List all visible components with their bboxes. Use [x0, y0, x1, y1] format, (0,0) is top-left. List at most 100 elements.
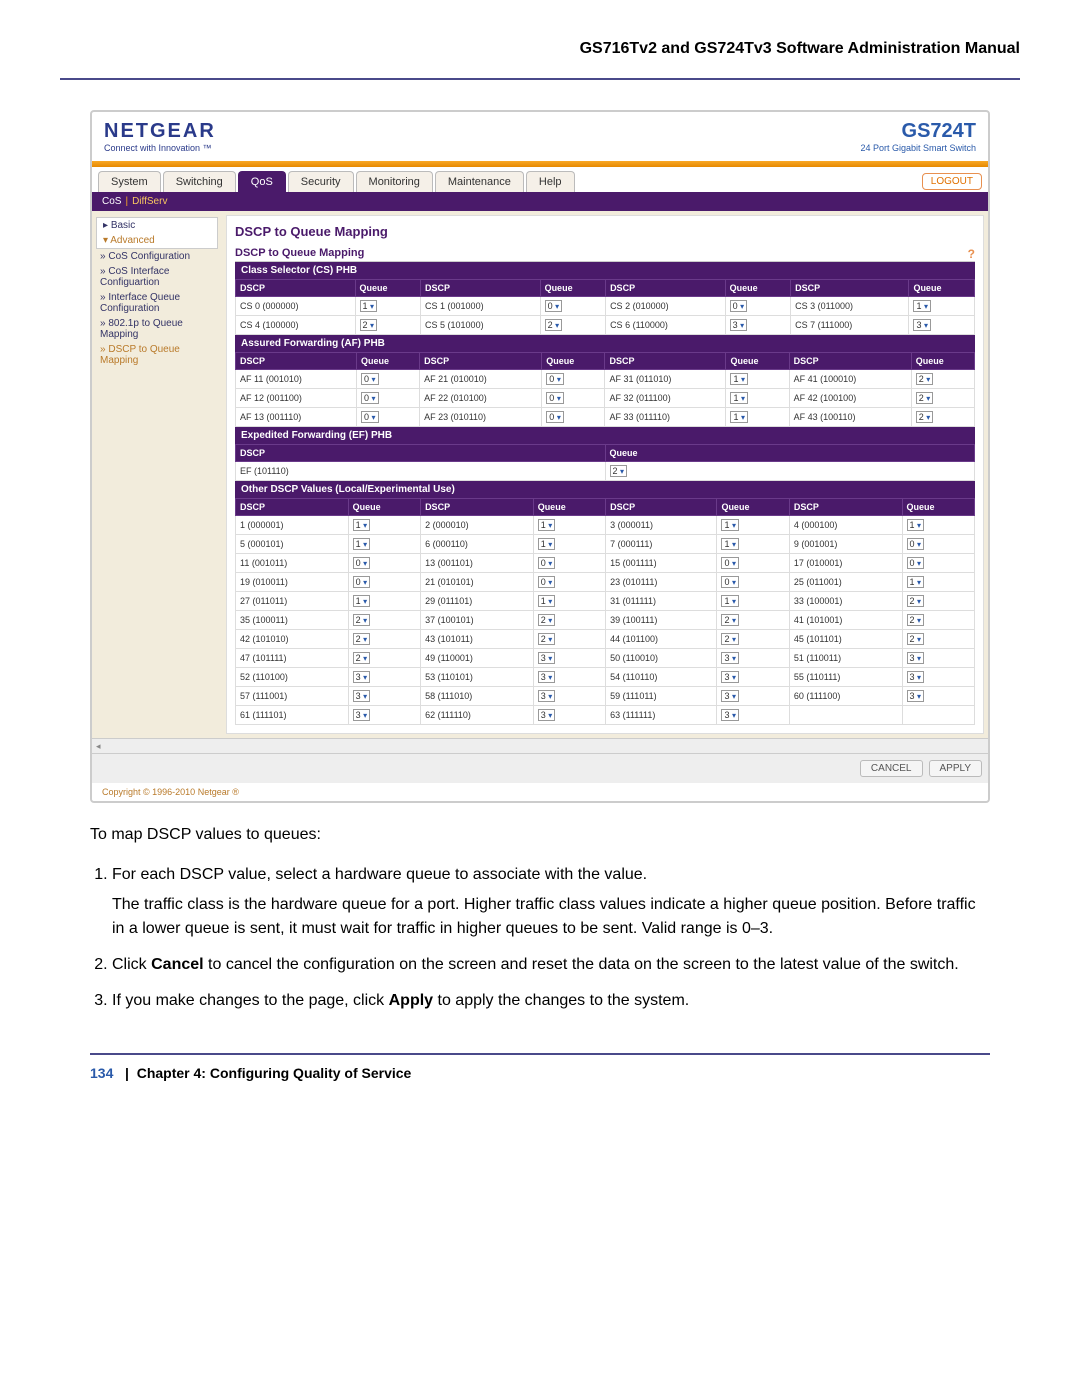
queue-select[interactable]: 2 ▾ [545, 319, 563, 331]
queue-select[interactable]: 1 ▾ [538, 519, 556, 531]
page-number: 134 [90, 1065, 113, 1081]
tab-qos[interactable]: QoS [238, 171, 286, 192]
queue-select[interactable]: 3 ▾ [730, 319, 748, 331]
side-if-queue[interactable]: » Interface Queue Configuration [92, 290, 222, 316]
queue-select[interactable]: 0 ▾ [721, 576, 739, 588]
queue-select[interactable]: 2 ▾ [538, 633, 556, 645]
help-icon[interactable]: ? [968, 247, 975, 261]
side-dscp-queue[interactable]: » DSCP to Queue Mapping [92, 342, 222, 368]
queue-select[interactable]: 0 ▾ [546, 411, 564, 423]
queue-select[interactable]: 1 ▾ [538, 538, 556, 550]
dscp-cell: CS 1 (001000) [421, 297, 541, 316]
queue-select[interactable]: 3 ▾ [353, 671, 371, 683]
queue-select[interactable]: 2 ▾ [907, 595, 925, 607]
queue-select[interactable]: 1 ▾ [730, 392, 748, 404]
queue-select[interactable]: 2 ▾ [721, 614, 739, 626]
logout-button[interactable]: LOGOUT [922, 173, 982, 190]
footer: 134 | Chapter 4: Configuring Quality of … [90, 1065, 990, 1081]
queue-select[interactable]: 0 ▾ [721, 557, 739, 569]
apply-button[interactable]: APPLY [929, 760, 983, 777]
queue-select[interactable]: 0 ▾ [361, 411, 379, 423]
queue-select[interactable]: 3 ▾ [538, 690, 556, 702]
queue-select[interactable]: 2 ▾ [916, 392, 934, 404]
queue-select[interactable]: 2 ▾ [353, 633, 371, 645]
queue-select[interactable]: 1 ▾ [721, 595, 739, 607]
queue-select[interactable]: 1 ▾ [353, 519, 371, 531]
queue-select[interactable]: 0 ▾ [546, 373, 564, 385]
queue-select[interactable]: 1 ▾ [907, 576, 925, 588]
queue-select[interactable]: 0 ▾ [538, 576, 556, 588]
queue-select[interactable]: 2 ▾ [916, 411, 934, 423]
queue-select[interactable]: 3 ▾ [721, 690, 739, 702]
queue-select[interactable]: 3 ▾ [721, 709, 739, 721]
side-basic[interactable]: ▸ Basic [97, 218, 217, 233]
tab-maintenance[interactable]: Maintenance [435, 171, 524, 192]
queue-select[interactable]: 3 ▾ [913, 319, 931, 331]
side-cos-config[interactable]: » CoS Configuration [92, 249, 222, 264]
tab-switching[interactable]: Switching [163, 171, 236, 192]
queue-select[interactable]: 0 ▾ [546, 392, 564, 404]
queue-select[interactable]: 0 ▾ [907, 557, 925, 569]
queue-select[interactable]: 1 ▾ [907, 519, 925, 531]
queue-select[interactable]: 3 ▾ [353, 690, 371, 702]
tab-security[interactable]: Security [288, 171, 354, 192]
queue-select[interactable]: 3 ▾ [538, 671, 556, 683]
ef-queue-select[interactable]: 2 ▾ [610, 465, 628, 477]
queue-select[interactable]: 3 ▾ [907, 652, 925, 664]
side-cos-if[interactable]: » CoS Interface Configuartion [92, 264, 222, 290]
queue-select[interactable]: 1 ▾ [913, 300, 931, 312]
queue-select[interactable]: 3 ▾ [353, 709, 371, 721]
queue-select[interactable]: 0 ▾ [361, 373, 379, 385]
queue-select[interactable]: 0 ▾ [353, 576, 371, 588]
queue-select[interactable]: 0 ▾ [361, 392, 379, 404]
queue-select[interactable]: 1 ▾ [721, 538, 739, 550]
queue-select[interactable]: 0 ▾ [353, 557, 371, 569]
col-queue: Queue [902, 499, 975, 516]
footer-rule [90, 1053, 990, 1055]
col-queue: Queue [726, 353, 789, 370]
queue-select[interactable]: 0 ▾ [545, 300, 563, 312]
queue-select[interactable]: 3 ▾ [538, 652, 556, 664]
queue-select[interactable]: 2 ▾ [538, 614, 556, 626]
queue-select[interactable]: 2 ▾ [353, 614, 371, 626]
queue-select[interactable]: 1 ▾ [730, 373, 748, 385]
dscp-cell: 59 (111011) [606, 687, 717, 706]
tab-system[interactable]: System [98, 171, 161, 192]
queue-select[interactable]: 0 ▾ [907, 538, 925, 550]
tab-monitoring[interactable]: Monitoring [356, 171, 433, 192]
dscp-cell: 6 (000110) [421, 535, 534, 554]
queue-select[interactable]: 1 ▾ [721, 519, 739, 531]
queue-select[interactable]: 1 ▾ [538, 595, 556, 607]
subnav-diffserv[interactable]: DiffServ [132, 196, 167, 207]
dscp-cell: AF 33 (011110) [605, 408, 726, 427]
side-8021p[interactable]: » 802.1p to Queue Mapping [92, 316, 222, 342]
queue-select[interactable]: 2 ▾ [721, 633, 739, 645]
queue-select[interactable]: 3 ▾ [907, 671, 925, 683]
queue-select[interactable]: 1 ▾ [353, 595, 371, 607]
queue-select[interactable]: 0 ▾ [730, 300, 748, 312]
side-advanced[interactable]: ▾ Advanced [97, 233, 217, 248]
tab-help[interactable]: Help [526, 171, 575, 192]
h-scrollbar[interactable]: ◂ [92, 738, 988, 753]
dscp-cell: 9 (001001) [789, 535, 902, 554]
cancel-button[interactable]: CANCEL [860, 760, 923, 777]
col-dscp: DSCP [789, 499, 902, 516]
queue-select[interactable]: 2 ▾ [907, 633, 925, 645]
queue-select[interactable]: 3 ▾ [538, 709, 556, 721]
queue-select[interactable]: 0 ▾ [538, 557, 556, 569]
queue-select[interactable]: 3 ▾ [721, 652, 739, 664]
dscp-cell: 45 (101101) [789, 630, 902, 649]
queue-select[interactable]: 1 ▾ [360, 300, 378, 312]
col-queue: Queue [356, 353, 419, 370]
queue-select[interactable]: 2 ▾ [360, 319, 378, 331]
dscp-cell: 41 (101001) [789, 611, 902, 630]
queue-select[interactable]: 1 ▾ [353, 538, 371, 550]
queue-select[interactable]: 2 ▾ [907, 614, 925, 626]
queue-select[interactable]: 1 ▾ [730, 411, 748, 423]
queue-select[interactable]: 3 ▾ [907, 690, 925, 702]
queue-select[interactable]: 3 ▾ [721, 671, 739, 683]
queue-select[interactable]: 2 ▾ [916, 373, 934, 385]
dscp-cell: 21 (010101) [421, 573, 534, 592]
subnav-cos[interactable]: CoS [102, 196, 121, 207]
queue-select[interactable]: 2 ▾ [353, 652, 371, 664]
